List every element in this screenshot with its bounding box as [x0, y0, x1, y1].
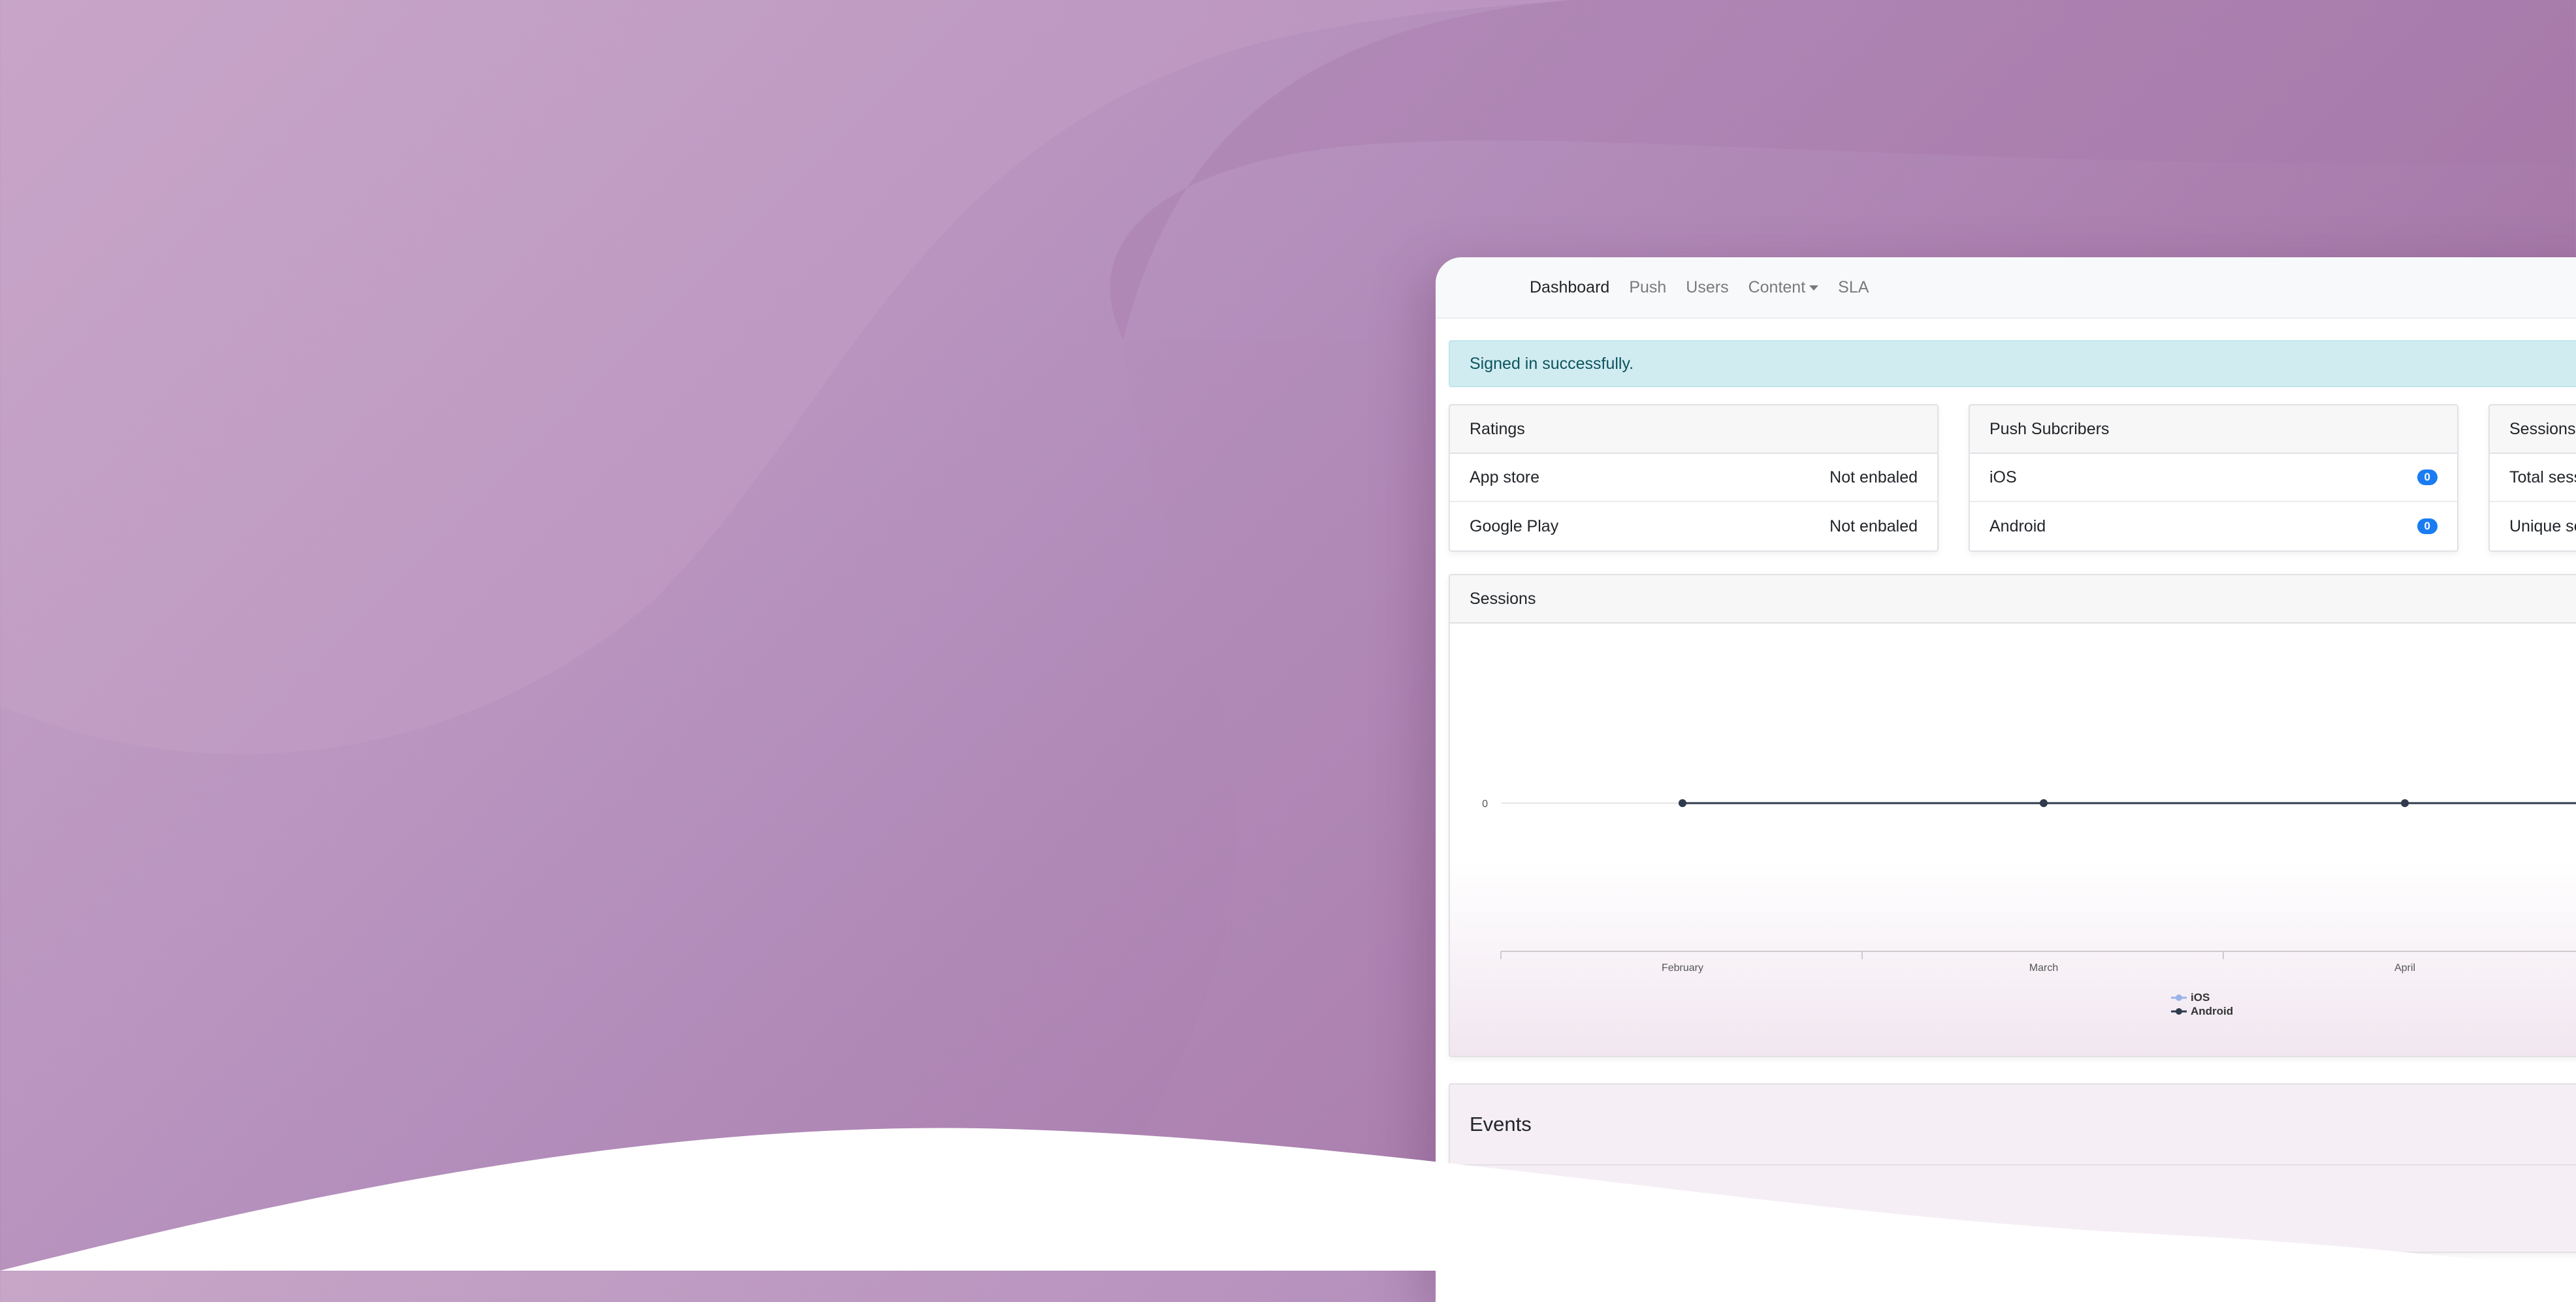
nav-content-dropdown[interactable]: Content — [1748, 278, 1819, 297]
x-tick-label: April — [2394, 962, 2415, 974]
push-card-title: Push Subcribers — [1970, 405, 2457, 454]
top-navbar: Dashboard Push Users Content SLA — [1436, 257, 2576, 319]
sessions-row-unique: Unique se — [2490, 502, 2576, 550]
count-badge: 0 — [2417, 469, 2438, 485]
count-badge: 0 — [2417, 518, 2438, 534]
push-row-label: iOS — [1989, 468, 2017, 486]
nav-content-label: Content — [1748, 278, 1806, 296]
legend-swatch-marker — [2176, 994, 2182, 1001]
events-card: Events — [1449, 1083, 2576, 1253]
ratings-card-title: Ratings — [1450, 405, 1937, 454]
ratings-row-app-store: App store Not enbaled — [1450, 454, 1937, 502]
ratings-row-value: Not enbaled — [1829, 516, 1918, 535]
sessions-card-title: Sessions — [2490, 405, 2576, 454]
legend-label: iOS — [2191, 991, 2210, 1004]
app-window: Dashboard Push Users Content SLA Signed … — [1436, 257, 2576, 1302]
sessions-line-chart: 0 February March April iOSAndroid — [1482, 799, 2576, 1017]
sessions-row-label: Total sess — [2509, 468, 2576, 486]
legend-label: Android — [2191, 1005, 2233, 1017]
y-tick-label: 0 — [1482, 799, 1488, 810]
success-alert: Signed in successfully. — [1449, 340, 2576, 387]
nav-sla[interactable]: SLA — [1838, 278, 1869, 297]
nav-dashboard[interactable]: Dashboard — [1530, 278, 1609, 297]
data-point-android — [2401, 799, 2409, 807]
x-tick-label: February — [1662, 962, 1703, 974]
nav-users[interactable]: Users — [1686, 278, 1728, 297]
push-row-label: Android — [1989, 516, 2046, 535]
ratings-row-label: Google Play — [1470, 516, 1559, 535]
events-card-title: Events — [1450, 1085, 2576, 1166]
data-point-android — [2040, 799, 2048, 807]
legend-swatch-marker — [2176, 1008, 2182, 1015]
chart-area: 0 February March April iOS Android — [1450, 624, 2576, 1056]
sessions-row-total: Total sess — [2490, 454, 2576, 502]
x-tick-label: March — [2029, 962, 2058, 974]
chart-title: Sessions — [1450, 575, 2576, 624]
push-row-ios: iOS 0 — [1970, 454, 2457, 502]
ratings-row-label: App store — [1470, 468, 1540, 486]
sessions-summary-card: Sessions Total sess Unique se — [2488, 404, 2576, 552]
nav-push[interactable]: Push — [1629, 278, 1666, 297]
push-subscribers-card: Push Subcribers iOS 0 Android 0 — [1969, 404, 2458, 552]
push-row-android: Android 0 — [1970, 502, 2457, 550]
caret-down-icon — [1809, 285, 1819, 291]
ratings-row-google-play: Google Play Not enbaled — [1450, 502, 1937, 550]
sessions-row-label: Unique se — [2509, 516, 2576, 535]
ratings-card: Ratings App store Not enbaled Google Pla… — [1449, 404, 1939, 552]
sessions-chart-card: Sessions 0 February March April iOS Android — [1449, 574, 2576, 1057]
data-point-android — [1679, 799, 1686, 807]
ratings-row-value: Not enbaled — [1829, 468, 1918, 486]
